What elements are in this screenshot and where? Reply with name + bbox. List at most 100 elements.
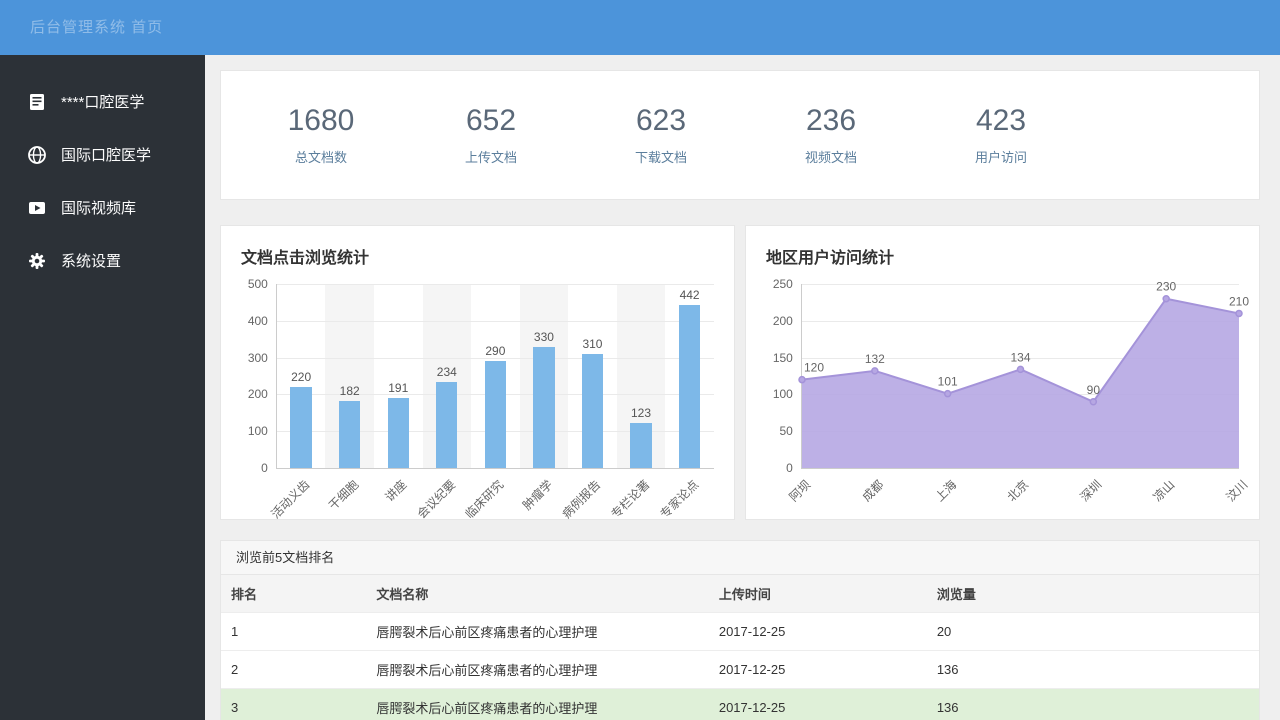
sidebar-item-oral-medicine[interactable]: ****口腔医学: [0, 75, 205, 128]
cell-views: 136: [926, 688, 1259, 720]
stat-value: 1680: [287, 104, 355, 137]
data-point: [870, 367, 879, 375]
chart-title: 文档点击浏览统计: [241, 250, 370, 267]
stat-label: 下载文档: [634, 150, 687, 165]
book-icon: [26, 91, 48, 113]
bar-value-label: 310: [582, 336, 603, 351]
data-point: [1162, 294, 1170, 303]
area-chart-plot: 120 132 101 134 90 230 210 阿坝 成都 上海 北京 深圳 凉山 汶川: [786, 280, 1250, 505]
stat-user-visits: 423 用户访问: [916, 104, 1086, 166]
data-point: [1016, 365, 1025, 374]
bar: [533, 346, 555, 468]
region-visits-chart-card: 地区用户访问统计 0 50 100 150 200 250 120 132 101 134 90 2…: [745, 225, 1260, 520]
bar-value-label: 191: [388, 380, 409, 395]
area-series: 120 132 101 134 90 230 210: [798, 280, 1249, 468]
header-bar: 后台管理系统 首页: [0, 0, 1280, 55]
charts-row: 文档点击浏览统计 0 100 200 300 400 500 220 活动义齿 182 干细胞 1…: [220, 225, 1260, 521]
cell-date: 2017-12-25: [708, 612, 927, 651]
stats-card: 1680 总文档数 652 上传文档 623 下载文档 236 视频文档 423…: [220, 70, 1260, 200]
stat-value: 236: [805, 104, 857, 137]
bar: [387, 397, 409, 468]
sidebar-item-label: 国际口腔医学: [61, 147, 152, 164]
doc-clicks-chart-card: 文档点击浏览统计 0 100 200 300 400 500 220 活动义齿 182 干细胞 1…: [220, 225, 735, 521]
y-axis-label: 100: [772, 387, 793, 402]
column-header-views: 浏览量: [926, 575, 1259, 613]
column-header-rank: 排名: [221, 575, 367, 613]
stat-label: 用户访问: [974, 150, 1027, 165]
bar: [436, 381, 458, 468]
point-value-label: 120: [804, 361, 824, 375]
cell-views: 20: [926, 612, 1259, 651]
bar-value-label: 123: [631, 405, 652, 420]
ranking-table-card: 浏览前5文档排名 排名 文档名称 上传时间 浏览量 1 唇腭裂术后心前区疼痛患者…: [220, 540, 1260, 720]
y-axis-label: 0: [261, 461, 268, 475]
stat-value: 423: [975, 104, 1027, 137]
sidebar: ****口腔医学 国际口腔医学 国际视频库 系统设置: [0, 55, 205, 720]
video-icon: [26, 197, 48, 219]
sidebar-item-intl-oral-medicine[interactable]: 国际口腔医学: [0, 128, 205, 181]
x-axis-label: 深圳: [1077, 477, 1105, 505]
sidebar-item-video-library[interactable]: 国际视频库: [0, 181, 205, 234]
header-title: 后台管理系统 首页: [30, 19, 164, 36]
cell-name: 唇腭裂术后心前区疼痛患者的心理护理: [366, 650, 709, 689]
main-content: 1680 总文档数 652 上传文档 623 下载文档 236 视频文档 423…: [205, 55, 1280, 720]
table-row[interactable]: 2 唇腭裂术后心前区疼痛患者的心理护理 2017-12-25 136: [221, 650, 1259, 689]
x-axis-label: 阿坝: [786, 477, 814, 505]
sidebar-item-label: 系统设置: [61, 253, 122, 270]
table-row[interactable]: 3 唇腭裂术后心前区疼痛患者的心理护理 2017-12-25 136: [221, 688, 1259, 720]
sidebar-item-settings[interactable]: 系统设置: [0, 234, 205, 287]
y-axis-label: 400: [247, 313, 268, 328]
cell-date: 2017-12-25: [708, 650, 927, 689]
y-axis-label: 250: [772, 277, 793, 291]
cell-views: 136: [926, 650, 1259, 689]
y-axis-label: 200: [772, 313, 793, 328]
data-point: [943, 389, 952, 398]
y-axis-label: 300: [247, 350, 268, 365]
table-header-row: 排名 文档名称 上传时间 浏览量: [221, 575, 1259, 613]
data-point: [1235, 309, 1243, 318]
bar: [484, 361, 507, 468]
gridline: [276, 320, 714, 322]
cell-rank: 1: [221, 612, 367, 651]
stat-downloaded-docs: 623 下载文档: [576, 104, 746, 166]
bar: [630, 422, 652, 468]
cell-rank: 3: [221, 688, 367, 720]
point-value-label: 210: [1229, 294, 1249, 308]
bar-chart-plot: 220 活动义齿 182 干细胞 191 讲座 234 会议纪要 290 临床研究 330 肿瘤学 31…: [269, 284, 714, 521]
cell-name: 唇腭裂术后心前区疼痛患者的心理护理: [366, 688, 709, 720]
table-row[interactable]: 1 唇腭裂术后心前区疼痛患者的心理护理 2017-12-25 20: [221, 612, 1259, 651]
bar-value-label: 442: [679, 288, 700, 303]
column-header-date: 上传时间: [708, 575, 927, 613]
y-axis-label: 200: [247, 387, 268, 402]
chart-title: 地区用户访问统计: [766, 250, 895, 267]
bar-chart: 0 100 200 300 400 500 220 活动义齿 182 干细胞 191 讲座 234 会议…: [241, 277, 714, 521]
cell-name: 唇腭裂术后心前区疼痛患者的心理护理: [366, 612, 709, 651]
point-value-label: 90: [1087, 383, 1101, 397]
bar: [581, 353, 604, 468]
cell-date: 2017-12-25: [708, 688, 927, 720]
point-value-label: 230: [1156, 280, 1176, 294]
y-axis-label: 500: [247, 277, 268, 291]
point-value-label: 101: [938, 375, 958, 389]
stat-value: 652: [465, 104, 517, 137]
stat-total-docs: 1680 总文档数: [236, 104, 406, 166]
x-axis-label: 汶川: [1223, 477, 1251, 505]
gear-icon: [26, 250, 48, 272]
y-axis-label: 50: [779, 424, 793, 439]
data-point: [1089, 398, 1097, 406]
area-chart: 0 50 100 150 200 250 120 132 101 134 90 230 210 阿坝 成都…: [766, 277, 1250, 505]
stat-value: 623: [635, 104, 687, 137]
stat-label: 总文档数: [294, 150, 347, 165]
column-header-name: 文档名称: [366, 575, 709, 613]
gridline: [276, 284, 714, 285]
stat-label: 视频文档: [804, 150, 857, 165]
bar: [678, 305, 701, 468]
bar-value-label: 290: [485, 344, 506, 359]
globe-icon: [26, 144, 48, 166]
y-axis-label: 150: [772, 350, 793, 365]
area-chart-y-axis: 0 50 100 150 200 250: [766, 277, 801, 475]
sidebar-item-label: 国际视频库: [61, 200, 137, 217]
bar: [339, 401, 361, 468]
bar: [290, 387, 312, 468]
point-value-label: 132: [865, 352, 885, 366]
